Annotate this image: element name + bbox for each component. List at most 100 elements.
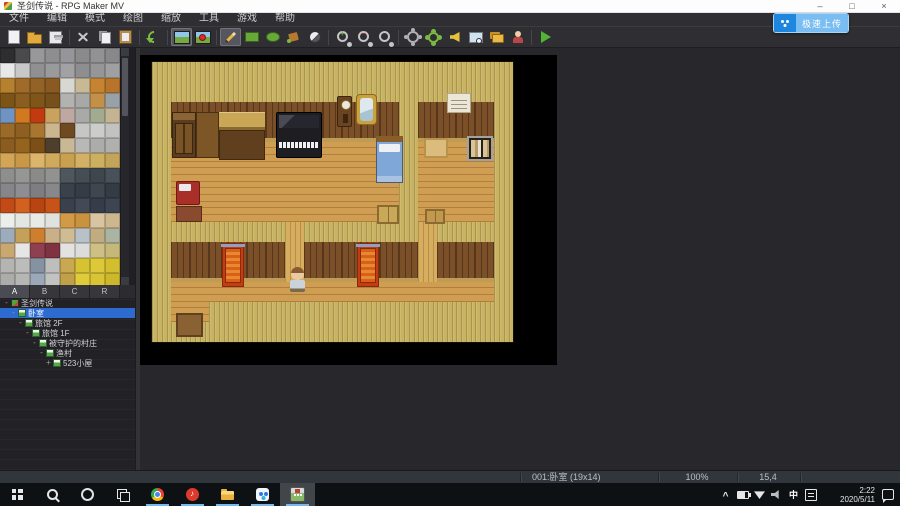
- expand-marker[interactable]: -: [31, 339, 38, 347]
- tree-item-map-inn-2f[interactable]: - 旅馆 2F: [0, 318, 135, 328]
- map-tile[interactable]: [361, 182, 380, 202]
- palette-tile[interactable]: [90, 123, 105, 138]
- map-tile[interactable]: [399, 222, 418, 242]
- map-tile[interactable]: [209, 322, 228, 342]
- palette-tile[interactable]: [75, 78, 90, 93]
- palette-tile[interactable]: [15, 93, 30, 108]
- menu-item-draw[interactable]: 绘图: [114, 12, 152, 26]
- map-tile[interactable]: [304, 162, 323, 182]
- palette-tile[interactable]: [105, 93, 120, 108]
- palette-tile[interactable]: [105, 63, 120, 78]
- map-tile[interactable]: [323, 142, 342, 162]
- map-tile[interactable]: [323, 242, 342, 262]
- palette-tile[interactable]: [15, 243, 30, 258]
- palette-tile[interactable]: [60, 198, 75, 213]
- map-tile[interactable]: [494, 282, 513, 302]
- map-view[interactable]: [152, 62, 513, 342]
- palette-tile[interactable]: [90, 273, 105, 285]
- palette-tile[interactable]: [105, 243, 120, 258]
- palette-tile[interactable]: [75, 108, 90, 123]
- palette-tile[interactable]: [75, 198, 90, 213]
- palette-tile[interactable]: [90, 153, 105, 168]
- taskbar-baidu-netdisk[interactable]: [245, 483, 280, 506]
- palette-tile[interactable]: [45, 78, 60, 93]
- palette-tile[interactable]: [30, 63, 45, 78]
- map-tile[interactable]: [266, 282, 285, 302]
- map-tile[interactable]: [456, 162, 475, 182]
- map-tile[interactable]: [247, 282, 266, 302]
- map-tile[interactable]: [323, 322, 342, 342]
- palette-tile[interactable]: [45, 258, 60, 273]
- map-tile[interactable]: [304, 62, 323, 82]
- scroll-thumb[interactable]: [122, 58, 128, 116]
- map-tile[interactable]: [437, 242, 456, 262]
- map-tile[interactable]: [475, 262, 494, 282]
- map-tile[interactable]: [342, 302, 361, 322]
- map-tile[interactable]: [494, 302, 513, 322]
- tree-item-map-inn-1f[interactable]: - 旅馆 1F: [0, 328, 135, 338]
- copy-button[interactable]: [94, 28, 115, 46]
- palette-tile[interactable]: [15, 273, 30, 285]
- map-tile[interactable]: [190, 162, 209, 182]
- map-tile[interactable]: [475, 282, 494, 302]
- expand-marker[interactable]: -: [24, 329, 31, 337]
- palette-tile[interactable]: [45, 108, 60, 123]
- palette-tile[interactable]: [90, 48, 105, 63]
- map-tile[interactable]: [342, 322, 361, 342]
- tray-wifi[interactable]: [751, 483, 768, 506]
- palette-tile[interactable]: [60, 243, 75, 258]
- palette-tile[interactable]: [15, 168, 30, 183]
- map-tile[interactable]: [266, 322, 285, 342]
- palette-tile[interactable]: [105, 273, 120, 285]
- map-tile[interactable]: [418, 282, 437, 302]
- map-tile[interactable]: [152, 282, 171, 302]
- palette-tile[interactable]: [30, 273, 45, 285]
- map-tile[interactable]: [494, 62, 513, 82]
- map-tile[interactable]: [190, 282, 209, 302]
- map-tile[interactable]: [190, 62, 209, 82]
- palette-tile[interactable]: [45, 273, 60, 285]
- palette-tile[interactable]: [15, 123, 30, 138]
- palette-tab-b[interactable]: B: [30, 285, 60, 298]
- map-tile[interactable]: [437, 62, 456, 82]
- palette-tile[interactable]: [90, 108, 105, 123]
- map-tile[interactable]: [209, 82, 228, 102]
- cortana-button[interactable]: [70, 483, 105, 506]
- palette-tile[interactable]: [105, 168, 120, 183]
- flood-fill-tool-button[interactable]: [283, 28, 304, 46]
- database-button[interactable]: [402, 28, 423, 46]
- palette-tile[interactable]: [75, 183, 90, 198]
- map-tile[interactable]: [266, 242, 285, 262]
- palette-tile[interactable]: [45, 93, 60, 108]
- map-tile[interactable]: [456, 262, 475, 282]
- palette-tile[interactable]: [30, 123, 45, 138]
- map-tile[interactable]: [494, 222, 513, 242]
- map-tile[interactable]: [456, 222, 475, 242]
- map-tile[interactable]: [266, 302, 285, 322]
- event-mode-button[interactable]: [192, 28, 213, 46]
- palette-tile[interactable]: [90, 243, 105, 258]
- scroll-up-button[interactable]: [121, 48, 129, 56]
- menu-item-edit[interactable]: 编辑: [38, 12, 76, 26]
- map-tile[interactable]: [323, 182, 342, 202]
- map-tile[interactable]: [380, 222, 399, 242]
- palette-tile[interactable]: [90, 213, 105, 228]
- ellipse-tool-button[interactable]: [262, 28, 283, 46]
- map-tile[interactable]: [152, 262, 171, 282]
- map-tile[interactable]: [209, 222, 228, 242]
- map-tile[interactable]: [418, 222, 437, 242]
- palette-tile[interactable]: [15, 183, 30, 198]
- palette-tile[interactable]: [75, 153, 90, 168]
- minimize-button[interactable]: –: [804, 0, 836, 12]
- map-tile[interactable]: [152, 62, 171, 82]
- palette-tile[interactable]: [60, 168, 75, 183]
- palette-tile[interactable]: [90, 138, 105, 153]
- palette-tile[interactable]: [0, 123, 15, 138]
- map-tile[interactable]: [228, 302, 247, 322]
- palette-tile[interactable]: [60, 258, 75, 273]
- map-tile[interactable]: [475, 302, 494, 322]
- map-tile[interactable]: [475, 102, 494, 122]
- palette-tile[interactable]: [90, 93, 105, 108]
- menu-item-file[interactable]: 文件: [0, 12, 38, 26]
- map-tile[interactable]: [247, 262, 266, 282]
